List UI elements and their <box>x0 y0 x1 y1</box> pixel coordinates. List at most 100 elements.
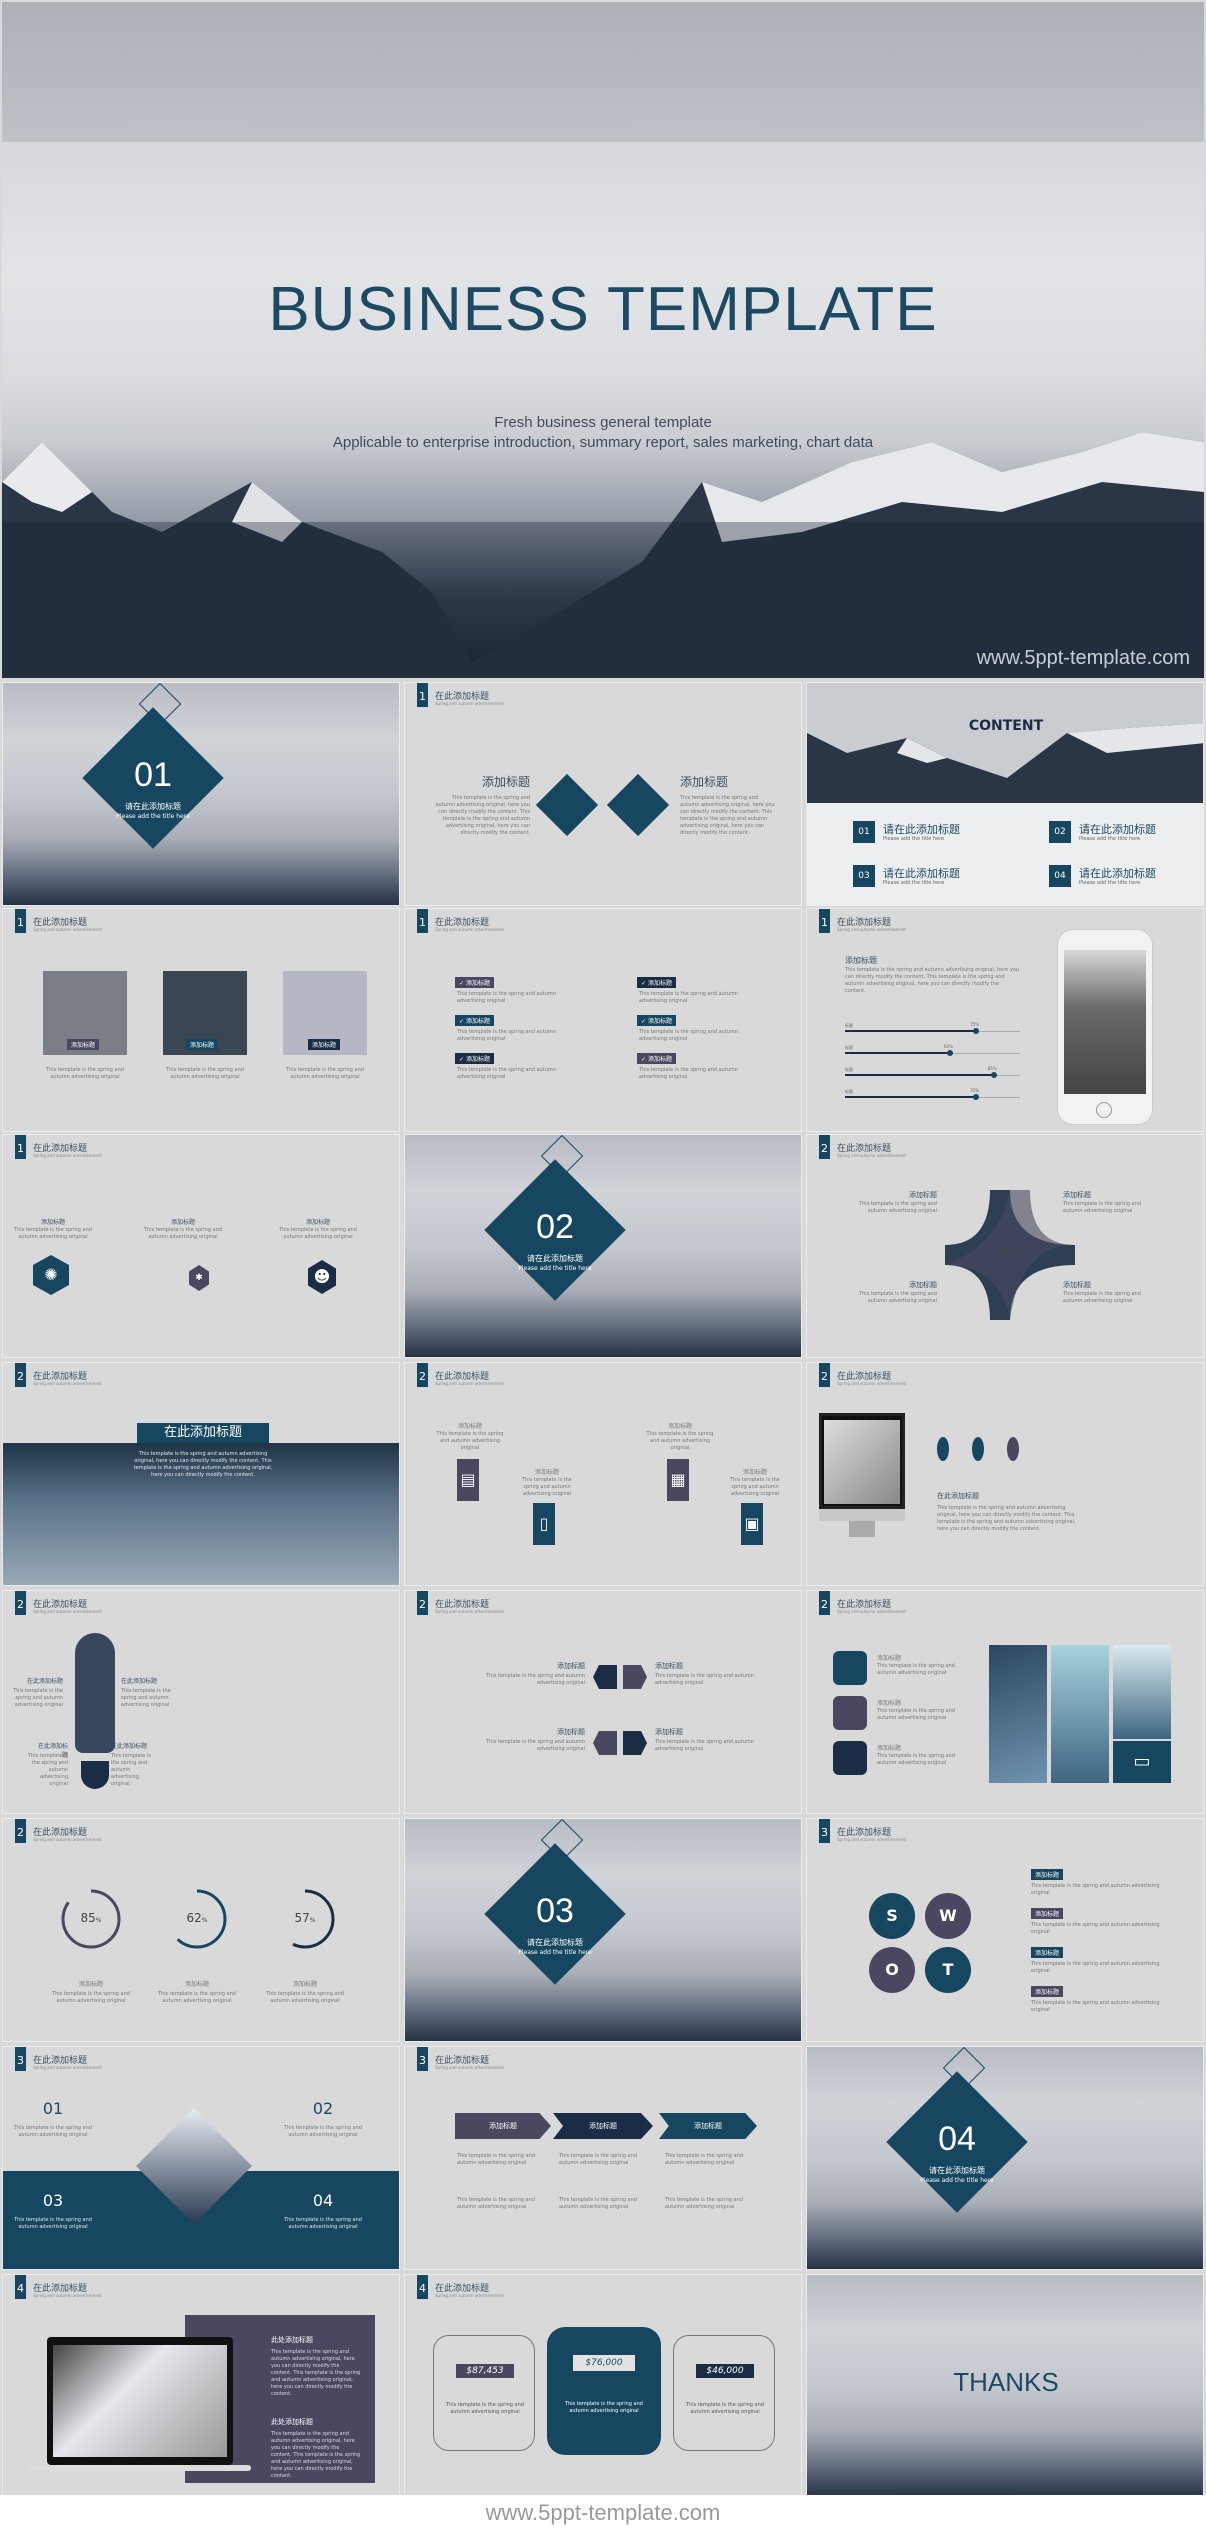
content-title: CONTENT <box>968 718 1044 734</box>
slide-rings[interactable]: 2 在此添加标题 Spring and autumn advertisement… <box>2 1818 400 2042</box>
ring-text: This template is the spring and autumn a… <box>52 1991 130 2004</box>
content-slide[interactable]: CONTENT 01 请在此添加标题 Please add the title … <box>806 682 1204 906</box>
slide-hexagons[interactable]: 1 在此添加标题 Spring and autumn advertisement… <box>2 1134 400 1358</box>
slide-subtitle: Spring and autumn advertisement <box>837 1153 906 1158</box>
section-badge: 2 <box>819 1363 830 1387</box>
calendar-icon: ▦ <box>667 1459 689 1501</box>
section-badge: 1 <box>819 909 830 933</box>
bar-percent: 60% <box>944 1044 953 1049</box>
bullet-text: This template is the spring and autumn a… <box>665 2197 743 2210</box>
check-tag: ✓ 添加标题 <box>455 977 494 988</box>
step-text: This template is the spring and autumn a… <box>730 1477 780 1497</box>
content-item-sub: Please add the title here <box>1079 836 1141 842</box>
price-card[interactable]: $46,000 This template is the spring and … <box>673 2335 775 2451</box>
check-text: This template is the spring and autumn a… <box>639 1029 738 1042</box>
bullet-text: This template is the spring and autumn a… <box>457 2153 535 2166</box>
slide-three-photos[interactable]: 1 在此添加标题 Spring and autumn advertisement… <box>2 908 400 1132</box>
swot-text: This template is the spring and autumn a… <box>1031 1883 1160 1896</box>
section-number: 01 <box>134 756 172 794</box>
title-slide[interactable]: BUSINESS TEMPLATE Fresh business general… <box>2 2 1204 678</box>
section-slide-01[interactable]: 01 请在此添加标题 Please add the title here <box>2 682 400 906</box>
slide-photo-grid[interactable]: 2 在此添加标题 Spring and autumn advertisement… <box>806 1590 1204 1814</box>
imac-stand <box>849 1521 875 1537</box>
panel-text: This template is the spring and autumn a… <box>271 2349 361 2397</box>
home-button[interactable] <box>1096 1102 1112 1118</box>
cycle-text: This template is the spring and autumn a… <box>1063 1291 1141 1304</box>
content-item-title[interactable]: 请在此添加标题 <box>1079 821 1156 837</box>
section-slide-04[interactable]: 04 请在此添加标题 Please add the title here <box>806 2046 1204 2270</box>
slide-pricing[interactable]: 4 在此添加标题 Spring and autumn advertisement… <box>404 2274 802 2498</box>
bar-knob[interactable] <box>990 1072 997 1078</box>
phone-icon <box>593 1665 617 1689</box>
section-badge: 1 <box>15 909 26 933</box>
slide-icon-steps[interactable]: 2 在此添加标题 Spring and autumn advertisement… <box>404 1362 802 1586</box>
building-photo-tile <box>1051 1645 1109 1783</box>
thanks-slide[interactable]: THANKS <box>806 2274 1204 2498</box>
arrow-step-3: 添加标题 <box>659 2113 757 2139</box>
city-photo <box>1064 950 1146 1094</box>
slide-banner-building[interactable]: 2 在此添加标题 Spring and autumn advertisement… <box>2 1362 400 1586</box>
hex-text: This template is the spring and autumn a… <box>655 1739 754 1752</box>
bar-fill <box>845 1074 994 1076</box>
ring-text: This template is the spring and autumn a… <box>266 1991 344 2004</box>
footer-link[interactable]: www.5ppt-template.com <box>0 2500 1206 2526</box>
slide-lightbulb[interactable]: 2 在此添加标题 Spring and autumn advertisement… <box>2 1590 400 1814</box>
slide-four-hex[interactable]: 2 在此添加标题 Spring and autumn advertisement… <box>404 1590 802 1814</box>
monitor-icon <box>972 1437 984 1461</box>
store-icon: ▤ <box>457 1459 479 1501</box>
grid-title: 添加标题 <box>877 1700 902 1707</box>
clipboard-icon <box>833 1651 867 1685</box>
hex-text: This template is the spring and autumn a… <box>14 1227 92 1240</box>
wallet-icon: ▣ <box>741 1503 763 1545</box>
price-value: $46,000 <box>696 2364 754 2378</box>
section-slide-02[interactable]: 02 请在此添加标题 Please add the title here <box>404 1134 802 1358</box>
center-label: 添加标题 <box>996 1248 1024 1256</box>
bullet-text: This template is the spring and autumn a… <box>457 2197 535 2210</box>
banner-text: This template is the spring and autumn a… <box>133 1451 273 1478</box>
slide-two-diamonds[interactable]: 1 在此添加标题 Spring and autumn advertisement… <box>404 682 802 906</box>
slide-subtitle: Spring and autumn advertisement <box>435 927 504 932</box>
hex-title: 添加标题 <box>557 1728 585 1736</box>
section-slide-03[interactable]: 03 请在此添加标题 Please add the title here <box>404 1818 802 2042</box>
bulb-title: 在此添加标题 <box>121 1678 158 1685</box>
content-number: 01 <box>853 821 875 843</box>
calendar-icon <box>535 773 599 837</box>
slide-subtitle: Spring and autumn advertisement <box>435 701 504 706</box>
step-title: 添加标题 <box>534 1469 559 1476</box>
bar-knob[interactable] <box>947 1050 953 1056</box>
bullet-text: This template is the spring and autumn a… <box>559 2153 637 2166</box>
check-tag: ✓ 添加标题 <box>455 1053 494 1064</box>
slide-progress-phone[interactable]: 1 在此添加标题 Spring and autumn advertisement… <box>806 908 1204 1132</box>
slide-swot[interactable]: 3 在此添加标题 Spring and autumn advertisement… <box>806 1818 1204 2042</box>
bar-knob[interactable] <box>973 1094 980 1100</box>
team-text: This template is the spring and autumn a… <box>284 2125 362 2138</box>
team-number: 03 <box>42 2191 64 2210</box>
slide-laptop[interactable]: 4 在此添加标题 Spring and autumn advertisement… <box>2 2274 400 2498</box>
content-item-title[interactable]: 请在此添加标题 <box>883 821 960 837</box>
hex-text: This template is the spring and autumn a… <box>655 1673 754 1686</box>
grid-text: This template is the spring and autumn a… <box>877 1753 955 1766</box>
check-text: This template is the spring and autumn a… <box>457 1067 556 1080</box>
content-item-title[interactable]: 请在此添加标题 <box>883 865 960 881</box>
slide-checklist[interactable]: 1 在此添加标题 Spring and autumn advertisement… <box>404 908 802 1132</box>
slide-star-cycle[interactable]: 2 在此添加标题 Spring and autumn advertisement… <box>806 1134 1204 1358</box>
bar-knob[interactable] <box>973 1028 980 1034</box>
section-badge: 2 <box>819 1591 830 1615</box>
cycle-title: 添加标题 <box>1063 1191 1091 1199</box>
bulb-text: This template is the spring and autumn a… <box>28 1753 68 1787</box>
step-title: 添加标题 <box>742 1469 767 1476</box>
laptop-base <box>29 2465 251 2471</box>
slide-arrows[interactable]: 3 在此添加标题 Spring and autumn advertisement… <box>404 2046 802 2270</box>
price-card-featured[interactable]: $76,000 This template is the spring and … <box>547 2327 661 2455</box>
price-text: This template is the spring and autumn a… <box>686 2402 764 2415</box>
swot-tag: 添加标题 <box>1031 1986 1064 1997</box>
slide-team[interactable]: 3 在此添加标题 Spring and autumn advertisement… <box>2 2046 400 2270</box>
hex-title: 添加标题 <box>655 1728 683 1736</box>
content-item-title[interactable]: 请在此添加标题 <box>1079 865 1156 881</box>
section-badge: 3 <box>819 1819 830 1843</box>
price-card[interactable]: $87,453 This template is the spring and … <box>433 2335 535 2451</box>
section-title: 请在此添加标题 <box>527 1938 583 1947</box>
lightbulb-icon: ✺ <box>33 1255 69 1295</box>
slide-imac[interactable]: 2 在此添加标题 Spring and autumn advertisement… <box>806 1362 1204 1586</box>
section-number: 04 <box>938 2120 976 2158</box>
